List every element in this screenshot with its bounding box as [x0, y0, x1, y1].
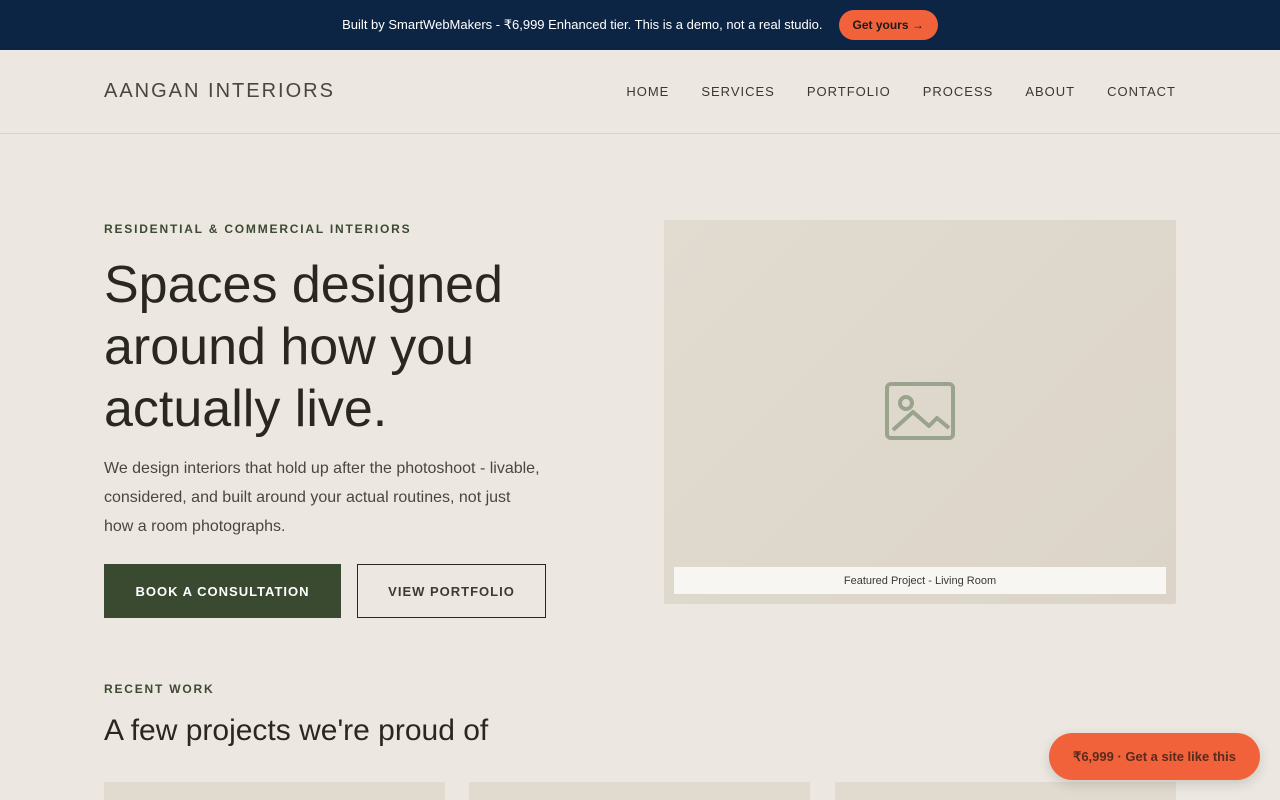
featured-project-image: Featured Project - Living Room [664, 220, 1176, 604]
get-yours-button[interactable]: Get yours → [838, 10, 938, 40]
nav-home[interactable]: HOME [626, 84, 669, 99]
hero-eyebrow: RESIDENTIAL & COMMERCIAL INTERIORS [104, 222, 412, 236]
book-consultation-button[interactable]: BOOK A CONSULTATION [104, 564, 341, 618]
image-caption: Featured Project - Living Room [674, 567, 1166, 594]
project-card[interactable] [469, 782, 810, 800]
project-card[interactable] [835, 782, 1176, 800]
image-placeholder-icon [885, 382, 955, 445]
view-portfolio-button[interactable]: VIEW PORTFOLIO [357, 564, 546, 618]
promo-banner-text: Built by SmartWebMakers - ₹6,999 Enhance… [342, 17, 823, 32]
site-logo[interactable]: AANGAN INTERIORS [104, 80, 335, 103]
project-card[interactable] [104, 782, 445, 800]
nav-portfolio[interactable]: PORTFOLIO [807, 84, 891, 99]
recent-work-title: A few projects we're proud of [104, 714, 489, 747]
recent-work-label: RECENT WORK [104, 682, 215, 696]
floating-get-site-button[interactable]: ₹6,999 · Get a site like this [1049, 733, 1260, 780]
nav-contact[interactable]: CONTACT [1107, 84, 1176, 99]
nav-services[interactable]: SERVICES [701, 84, 775, 99]
site-header: AANGAN INTERIORS HOME SERVICES PORTFOLIO… [0, 50, 1280, 134]
hero-section: RESIDENTIAL & COMMERCIAL INTERIORS Space… [0, 134, 1280, 654]
nav-process[interactable]: PROCESS [923, 84, 994, 99]
hero-description: We design interiors that hold up after t… [104, 460, 540, 535]
main-nav: HOME SERVICES PORTFOLIO PROCESS ABOUT CO… [626, 84, 1176, 99]
hero-title: Spaces designed around how you actually … [104, 256, 503, 438]
promo-banner: Built by SmartWebMakers - ₹6,999 Enhance… [0, 0, 1280, 50]
nav-about[interactable]: ABOUT [1025, 84, 1075, 99]
